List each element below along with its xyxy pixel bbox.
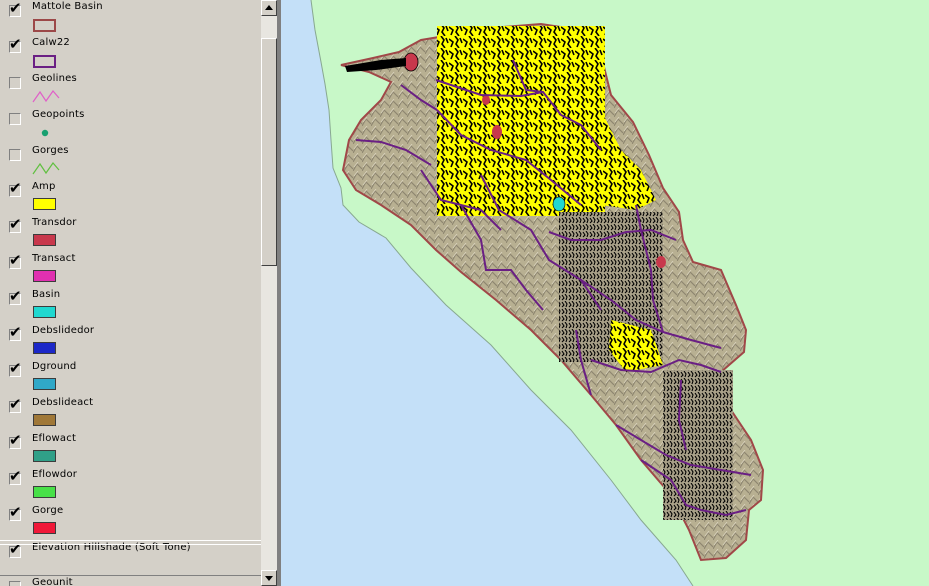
layer-outline-swatch xyxy=(33,19,56,32)
scroll-down-button[interactable] xyxy=(261,570,277,586)
checkmark-icon: ✔ xyxy=(9,35,22,53)
layer-name: Basin xyxy=(32,289,61,300)
layer-name: Debslidedor xyxy=(32,325,95,336)
point-symbol-icon xyxy=(41,129,49,137)
layer-debslidedor[interactable]: ✔ Debslidedor xyxy=(0,324,261,360)
layer-name: Amp xyxy=(32,181,56,192)
legend-divider xyxy=(0,544,261,545)
layer-fill-swatch xyxy=(33,270,56,282)
scroll-up-button[interactable] xyxy=(261,0,277,16)
layer-visibility-checkbox[interactable]: ✔ xyxy=(9,433,22,449)
layer-name: Eflowdor xyxy=(32,469,78,480)
layer-fill-swatch xyxy=(33,450,56,462)
layer-fill-swatch xyxy=(33,306,56,318)
slide-zone-south xyxy=(663,370,733,520)
arrow-up-icon xyxy=(265,5,273,10)
layer-eflowdor[interactable]: ✔ Eflowdor xyxy=(0,468,261,504)
checkmark-icon: ✔ xyxy=(9,215,22,233)
map-view-frame xyxy=(277,0,929,586)
layer-name: Gorges xyxy=(32,145,69,156)
layer-visibility-checkbox[interactable]: ✔ xyxy=(9,542,22,558)
checkmark-icon: ✔ xyxy=(9,179,22,197)
layer-name: Geopoints xyxy=(32,109,85,120)
checkmark-icon: ✔ xyxy=(9,503,22,521)
layer-visibility-checkbox[interactable]: ✔ xyxy=(9,361,22,377)
legend-scrollbar[interactable] xyxy=(261,0,277,586)
transdor-polygon xyxy=(492,125,502,139)
arrow-down-icon xyxy=(265,576,273,581)
layer-visibility-checkbox[interactable]: ✔ xyxy=(9,325,22,341)
transdor-polygon xyxy=(482,95,490,105)
layer-eflowact[interactable]: ✔ Eflowact xyxy=(0,432,261,468)
layer-fill-swatch xyxy=(33,234,56,246)
scroll-thumb[interactable] xyxy=(261,38,277,266)
transdor-polygon xyxy=(656,256,666,268)
layer-fill-swatch xyxy=(33,522,56,534)
layer-geounit[interactable]: Geounit xyxy=(0,576,261,586)
layer-transdor[interactable]: ✔ Transdor xyxy=(0,216,261,252)
layer-visibility-checkbox[interactable] xyxy=(9,113,21,125)
checkmark-icon: ✔ xyxy=(9,323,22,341)
layer-dground[interactable]: ✔ Dground xyxy=(0,360,261,396)
layer-amp[interactable]: ✔ Amp xyxy=(0,180,261,216)
layer-visibility-checkbox[interactable]: ✔ xyxy=(9,37,22,53)
layer-name: Geolines xyxy=(32,73,77,84)
transdor-polygon xyxy=(403,52,419,72)
checkmark-icon: ✔ xyxy=(9,431,22,449)
layer-name: Gorge xyxy=(32,505,64,516)
layer-mattole-basin[interactable]: ✔ Mattole Basin xyxy=(0,0,261,36)
layer-outline-swatch xyxy=(33,55,56,68)
line-symbol-icon xyxy=(32,90,60,103)
layer-basin[interactable]: ✔ Basin xyxy=(0,288,261,324)
layer-visibility-checkbox[interactable]: ✔ xyxy=(9,181,22,197)
layer-transact[interactable]: ✔ Transact xyxy=(0,252,261,288)
line-symbol-icon xyxy=(32,162,60,175)
checkmark-icon: ✔ xyxy=(9,287,22,305)
layer-visibility-checkbox[interactable] xyxy=(9,77,21,89)
layer-visibility-checkbox[interactable]: ✔ xyxy=(9,1,22,17)
layer-geopoints[interactable]: Geopoints xyxy=(0,108,261,144)
layer-legend-panel: ✔ Mattole Basin ✔ Calw22 Geolines Geopoints Go… xyxy=(0,0,261,586)
layer-fill-swatch xyxy=(33,486,56,498)
layer-geolines[interactable]: Geolines xyxy=(0,72,261,108)
layer-name: Debslideact xyxy=(32,397,94,408)
layer-name: Geounit xyxy=(32,577,73,586)
layer-visibility-checkbox[interactable]: ✔ xyxy=(9,397,22,413)
layer-fill-swatch xyxy=(33,198,56,210)
layer-visibility-checkbox[interactable]: ✔ xyxy=(9,253,22,269)
layer-fill-swatch xyxy=(33,414,56,426)
layer-name: Transdor xyxy=(32,217,77,228)
layer-visibility-checkbox[interactable]: ✔ xyxy=(9,505,22,521)
layer-name: Dground xyxy=(32,361,77,372)
layer-calw22[interactable]: ✔ Calw22 xyxy=(0,36,261,72)
checkmark-icon: ✔ xyxy=(9,251,22,269)
layer-visibility-checkbox[interactable] xyxy=(9,149,21,161)
checkmark-icon: ✔ xyxy=(9,467,22,485)
checkmark-icon: ✔ xyxy=(9,359,22,377)
layer-name: Eflowact xyxy=(32,433,77,444)
layer-gorges[interactable]: Gorges xyxy=(0,144,261,180)
checkmark-icon: ✔ xyxy=(9,395,22,413)
checkmark-icon: ✔ xyxy=(9,0,22,17)
layer-elevation-hillshade-soft-tone[interactable]: ✔ Elevation Hillshade (Soft Tone) xyxy=(0,540,261,576)
layer-visibility-checkbox[interactable]: ✔ xyxy=(9,289,22,305)
layer-visibility-checkbox[interactable] xyxy=(9,581,21,586)
layer-debslideact[interactable]: ✔ Debslideact xyxy=(0,396,261,432)
layer-name: Calw22 xyxy=(32,37,70,48)
layer-gorge[interactable]: ✔ Gorge xyxy=(0,504,261,540)
map-canvas[interactable] xyxy=(281,0,929,586)
layer-name: Mattole Basin xyxy=(32,1,103,12)
layer-visibility-checkbox[interactable]: ✔ xyxy=(9,217,22,233)
layer-fill-swatch xyxy=(33,342,56,354)
basin-polygon xyxy=(552,196,566,212)
layer-fill-swatch xyxy=(33,378,56,390)
layer-visibility-checkbox[interactable]: ✔ xyxy=(9,469,22,485)
layer-name: Transact xyxy=(32,253,76,264)
